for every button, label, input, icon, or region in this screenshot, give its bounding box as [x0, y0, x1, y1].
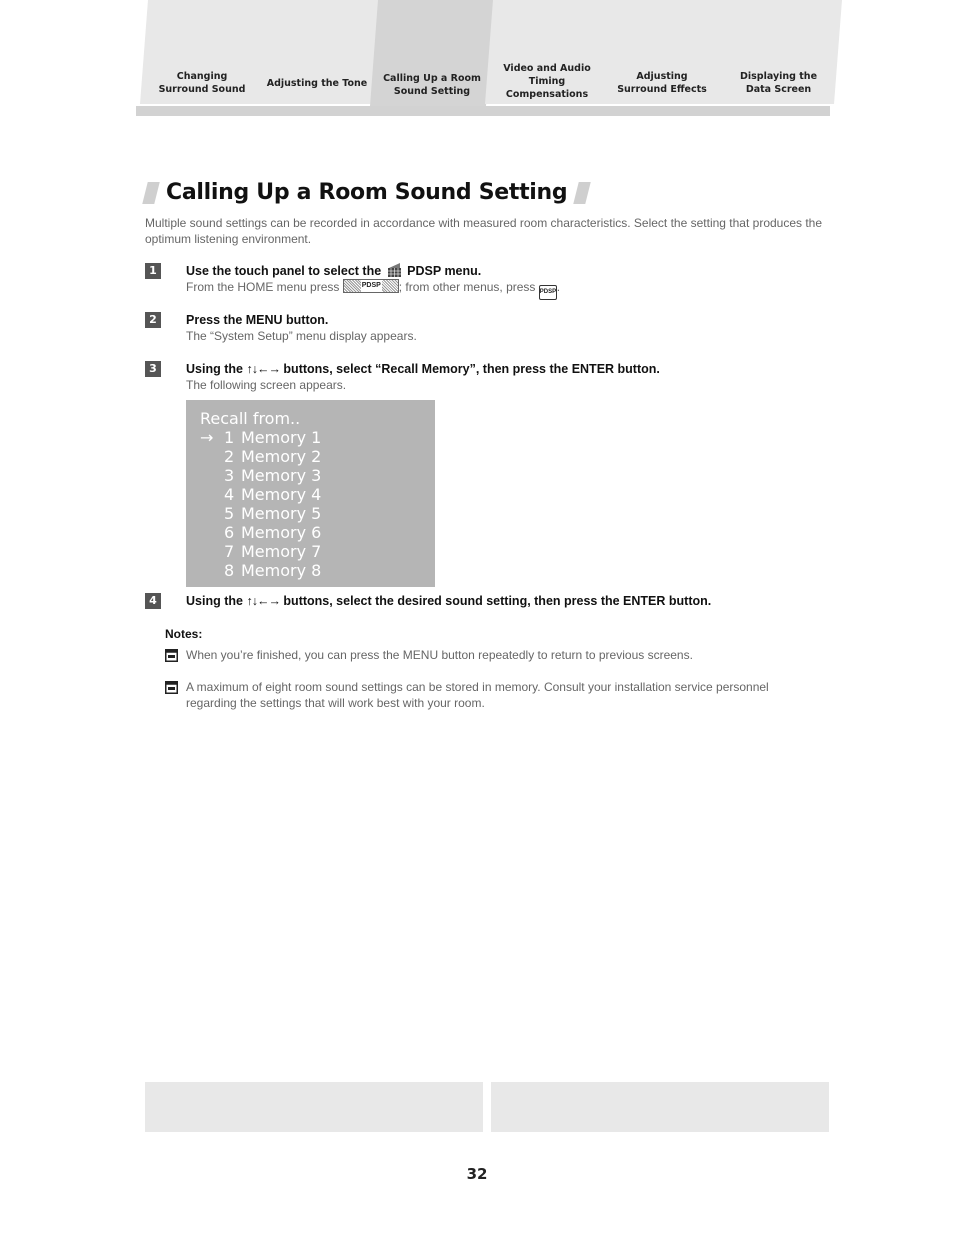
page-number: 32 — [466, 1165, 488, 1183]
memory-number: 8 — [224, 561, 235, 580]
pdsp-button-icon: PDSP — [538, 285, 557, 300]
page-heading: Calling Up a Room Sound Setting — [142, 180, 592, 205]
tab-label: Calling Up a Room Sound Setting — [383, 73, 481, 97]
notes-label: Notes: — [165, 627, 203, 641]
step-description-text: From the HOME menu press — [186, 280, 340, 294]
tab-video-audio-timing[interactable]: Video and Audio Timing Compensations — [485, 0, 609, 104]
step-title: Use the touch panel to select the PDSP m… — [186, 262, 481, 280]
step-description-text: ; from other menus, press — [398, 280, 536, 294]
memory-label: Memory 3 — [241, 466, 322, 485]
memory-label: Memory 4 — [241, 485, 322, 504]
page-title: Calling Up a Room Sound Setting — [166, 180, 568, 205]
pdsp-menu-icon — [387, 263, 401, 277]
memory-number: 3 — [224, 466, 235, 485]
recall-memory-screen: Recall from.. → 1 Memory 1 2 Memory 2 3 Memo… — [186, 400, 435, 587]
arrow-buttons-icon: ↑↓←→ — [246, 362, 280, 376]
footer-box-left — [145, 1082, 483, 1132]
note-text: A maximum of eight room sound settings c… — [186, 680, 769, 710]
memory-item-5[interactable]: 5 Memory 5 — [200, 504, 321, 523]
memory-number: 5 — [224, 504, 235, 523]
memory-label: Memory 7 — [241, 542, 322, 561]
step-title-text: Using the — [186, 594, 243, 608]
screen-title: Recall from.. — [200, 409, 301, 428]
tab-calling-up-room-sound-setting[interactable]: Calling Up a Room Sound Setting — [370, 0, 494, 106]
note-text: When you’re finished, you can press the … — [186, 648, 693, 662]
memory-number: 2 — [224, 447, 235, 466]
step-description: From the HOME menu press PDSP; from othe… — [186, 279, 560, 300]
tab-label: Displaying the Data Screen — [739, 71, 818, 95]
pdsp-button-label: PDSP — [360, 280, 382, 292]
memory-label: Memory 5 — [241, 504, 322, 523]
step-description: The following screen appears. — [186, 378, 347, 392]
cursor-arrow-icon: → — [200, 428, 214, 447]
pdsp-home-button-icon: PDSP — [342, 279, 399, 293]
note-icon — [165, 681, 178, 694]
tab-label: Adjusting the Tone — [266, 78, 368, 89]
step-number-badge: 2 — [145, 312, 161, 328]
intro-paragraph: Multiple sound settings can be recorded … — [145, 216, 823, 246]
memory-number: 7 — [224, 542, 235, 561]
step-number-badge: 3 — [145, 361, 161, 377]
memory-item-6[interactable]: 6 Memory 6 — [200, 523, 321, 542]
tab-changing-surround-sound[interactable]: Changing Surround Sound — [140, 0, 264, 104]
step-description: The “System Setup” menu display appears. — [186, 329, 417, 343]
memory-item-4[interactable]: 4 Memory 4 — [200, 485, 321, 504]
heading-slash-right — [573, 181, 592, 204]
step-title: Press the MENU button. — [186, 313, 329, 327]
heading-slash-left — [142, 181, 160, 204]
arrow-buttons-icon: ↑↓←→ — [246, 594, 280, 608]
memory-number: 4 — [224, 485, 235, 504]
tab-adjusting-the-tone[interactable]: Adjusting the Tone — [255, 0, 379, 104]
step-title-text: PDSP menu. — [407, 264, 482, 278]
memory-item-7[interactable]: 7 Memory 7 — [200, 542, 321, 561]
memory-number: 1 — [224, 428, 235, 447]
memory-label: Memory 1 — [241, 428, 322, 447]
step-number-badge: 1 — [145, 263, 161, 279]
tab-adjusting-surround-effects[interactable]: Adjusting Surround Effects — [600, 0, 724, 104]
memory-label: Memory 6 — [241, 523, 322, 542]
step-title-text: Use the touch panel to select the — [186, 264, 382, 278]
tab-label: Changing Surround Sound — [158, 71, 246, 95]
step-title-text: buttons, select the desired sound settin… — [283, 594, 712, 608]
tab-label: Video and Audio Timing Compensations — [503, 63, 591, 100]
memory-label: Memory 2 — [241, 447, 322, 466]
step-description-text: . — [556, 280, 561, 294]
step-number-badge: 4 — [145, 593, 161, 609]
memory-label: Memory 8 — [241, 561, 322, 580]
tab-bar-base — [136, 106, 830, 116]
tab-displaying-data-screen[interactable]: Displaying the Data Screen — [715, 0, 842, 104]
step-title: Using the ↑↓←→ buttons, select the desir… — [186, 592, 711, 610]
memory-item-2[interactable]: 2 Memory 2 — [200, 447, 321, 466]
memory-item-1[interactable]: → 1 Memory 1 — [200, 428, 321, 447]
memory-item-3[interactable]: 3 Memory 3 — [200, 466, 321, 485]
memory-item-8[interactable]: 8 Memory 8 — [200, 561, 321, 580]
step-title: Using the ↑↓←→ buttons, select “Recall M… — [186, 360, 660, 378]
memory-number: 6 — [224, 523, 235, 542]
note-icon — [165, 649, 178, 662]
chapter-tabs: Changing Surround Sound Adjusting the To… — [136, 0, 830, 116]
step-title-text: buttons, select “Recall Memory”, then pr… — [283, 362, 660, 376]
step-title-text: Using the — [186, 362, 243, 376]
tab-label: Adjusting Surround Effects — [617, 71, 707, 95]
footer-box-right — [491, 1082, 829, 1132]
